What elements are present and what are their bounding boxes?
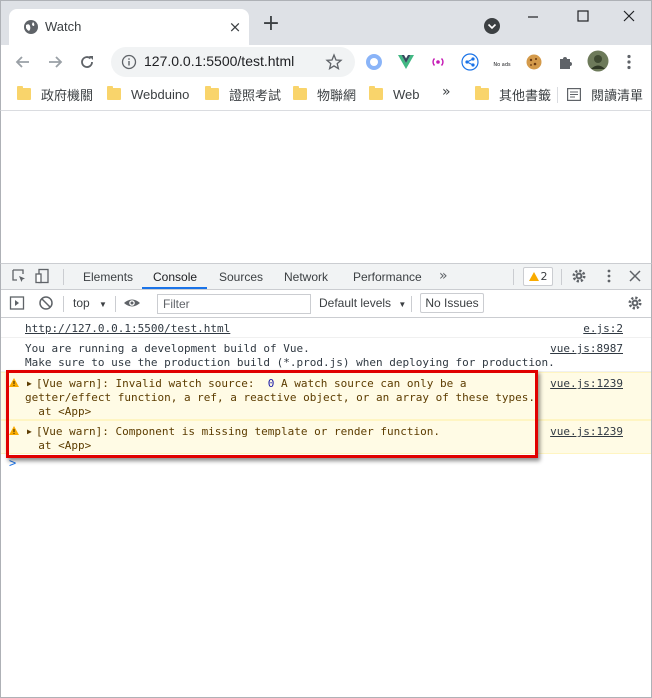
warning-count: 2 [540,270,548,283]
folder-icon [205,86,219,100]
bookmark-label: 物聯網 [317,87,357,103]
log-levels-dropdown[interactable]: Default levels ▼ [319,296,406,310]
other-bookmarks-folder[interactable]: 其他書籤 [475,85,551,103]
console-prompt[interactable]: > [9,456,16,470]
warning-icon [528,272,539,281]
browser-toolbar: 127.0.0.1:5500/test.html No ads [0,45,652,79]
bookmark-folder[interactable]: 物聯網 [293,85,356,103]
profile-avatar[interactable] [587,50,609,72]
tab-performance[interactable]: Performance [353,270,422,284]
folder-icon [107,86,121,100]
close-window-icon[interactable] [617,7,641,27]
bookmark-folder[interactable]: 證照考試 [205,85,281,103]
eye-live-expression-icon[interactable] [123,295,141,311]
source-link[interactable]: vue.js:8987 [550,342,623,356]
radio-extension-icon[interactable] [429,53,447,71]
kebab-menu-icon[interactable] [621,53,637,71]
log-levels-label: Default levels [319,296,392,310]
source-link[interactable]: vue.js:1239 [550,377,623,391]
info-icon[interactable] [121,54,137,70]
page-url-link[interactable]: http://127.0.0.1:5500/test.html [25,322,230,336]
reading-list-button[interactable]: 閱讀清單 [567,85,643,103]
chevron-down-icon: ▼ [99,300,107,309]
bookmark-label: Webduino [131,86,190,102]
cookie-extension-icon[interactable] [525,53,543,71]
browser-titlebar: Watch × + [0,0,652,46]
puzzle-extensions-icon[interactable] [557,53,575,71]
noads-extension-icon[interactable]: No ads [491,53,513,71]
url-text[interactable]: 127.0.0.1:5500/test.html [144,53,294,69]
context-label: top [73,296,90,310]
bookmark-folder[interactable]: 政府機關 [17,85,93,103]
tab-search-icon[interactable] [483,17,501,35]
bookmark-label: 政府機關 [41,87,94,103]
clear-console-icon[interactable] [38,295,54,311]
close-tab-icon[interactable]: × [227,19,243,35]
bookmark-label: 其他書籤 [499,87,552,103]
toolbar-divider [63,296,64,312]
settings-gear-icon[interactable] [571,268,587,284]
bookmarks-bar: 政府機關 Webduino 證照考試 物聯網 Web » 其他書籤 閱讀清單 [0,79,652,111]
chevron-down-icon: ▼ [398,300,407,309]
toolbar-divider [513,269,514,285]
reading-list-icon [567,87,581,101]
folder-icon [293,86,307,100]
globe-icon [24,20,38,34]
tab-console[interactable]: Console [153,270,197,284]
issues-button[interactable]: No Issues [420,293,484,313]
console-settings-gear-icon[interactable] [627,295,643,311]
console-filter-input[interactable] [157,294,311,314]
folder-icon [17,86,31,100]
source-link[interactable]: vue.js:1239 [550,425,623,439]
maximize-icon[interactable] [571,7,595,27]
reading-list-label: 閱讀清單 [591,87,644,103]
back-arrow-icon[interactable] [13,52,33,72]
tab-network[interactable]: Network [284,270,328,284]
devtools-tabbar: Elements Console Sources Network Perform… [1,264,651,290]
browser-tab[interactable]: Watch × [9,9,249,46]
reload-icon[interactable] [77,52,97,72]
address-bar[interactable]: 127.0.0.1:5500/test.html [111,47,355,77]
forward-arrow-icon[interactable] [45,52,65,72]
minimize-icon[interactable] [521,7,545,27]
bookmarks-overflow-button[interactable]: » [442,84,451,100]
console-filter-bar: top ▼ Default levels ▼ No Issues [1,290,651,318]
bookmark-folder[interactable]: Webduino [107,85,189,103]
devtools-panel: Elements Console Sources Network Perform… [0,263,652,698]
active-tab-indicator [142,287,207,289]
bookmark-label: 證照考試 [229,87,282,103]
vue-devtools-icon[interactable] [397,53,415,71]
devtools-menu-icon[interactable] [601,268,617,284]
toolbar-divider [63,269,64,285]
page-viewport[interactable] [0,111,652,263]
console-message: http://127.0.0.1:5500/test.html e.js:2 [1,318,651,338]
bookmark-folder[interactable]: Web [369,85,420,103]
warnings-counter[interactable]: 2 [523,267,553,286]
toolbar-divider [115,296,116,312]
tab-title: Watch [45,19,82,34]
close-devtools-icon[interactable] [627,268,643,284]
new-tab-button[interactable]: + [259,13,283,37]
tab-elements[interactable]: Elements [83,270,133,284]
shield-extension-icon[interactable] [365,53,383,71]
bookmark-label: Web [393,86,420,102]
context-selector[interactable]: top ▼ [73,296,107,310]
toolbar-divider [561,269,562,285]
folder-icon [369,86,383,100]
sidebar-toggle-icon[interactable] [9,295,25,311]
more-tabs-button[interactable]: » [439,268,448,284]
folder-icon [475,86,489,100]
message-text: You are running a development build of V… [25,342,310,355]
tab-sources[interactable]: Sources [219,270,263,284]
source-link[interactable]: e.js:2 [583,322,623,336]
annotation-highlight-box [6,370,538,458]
bookmark-star-icon[interactable] [325,53,343,71]
inspect-element-icon[interactable] [11,268,27,284]
toolbar-divider [411,296,412,312]
device-toolbar-icon[interactable] [35,268,51,284]
console-message: You are running a development build of V… [1,338,651,372]
bookmarks-divider [557,87,558,103]
message-text: Make sure to use the production build (*… [25,356,555,369]
share-extension-icon[interactable] [461,53,479,71]
